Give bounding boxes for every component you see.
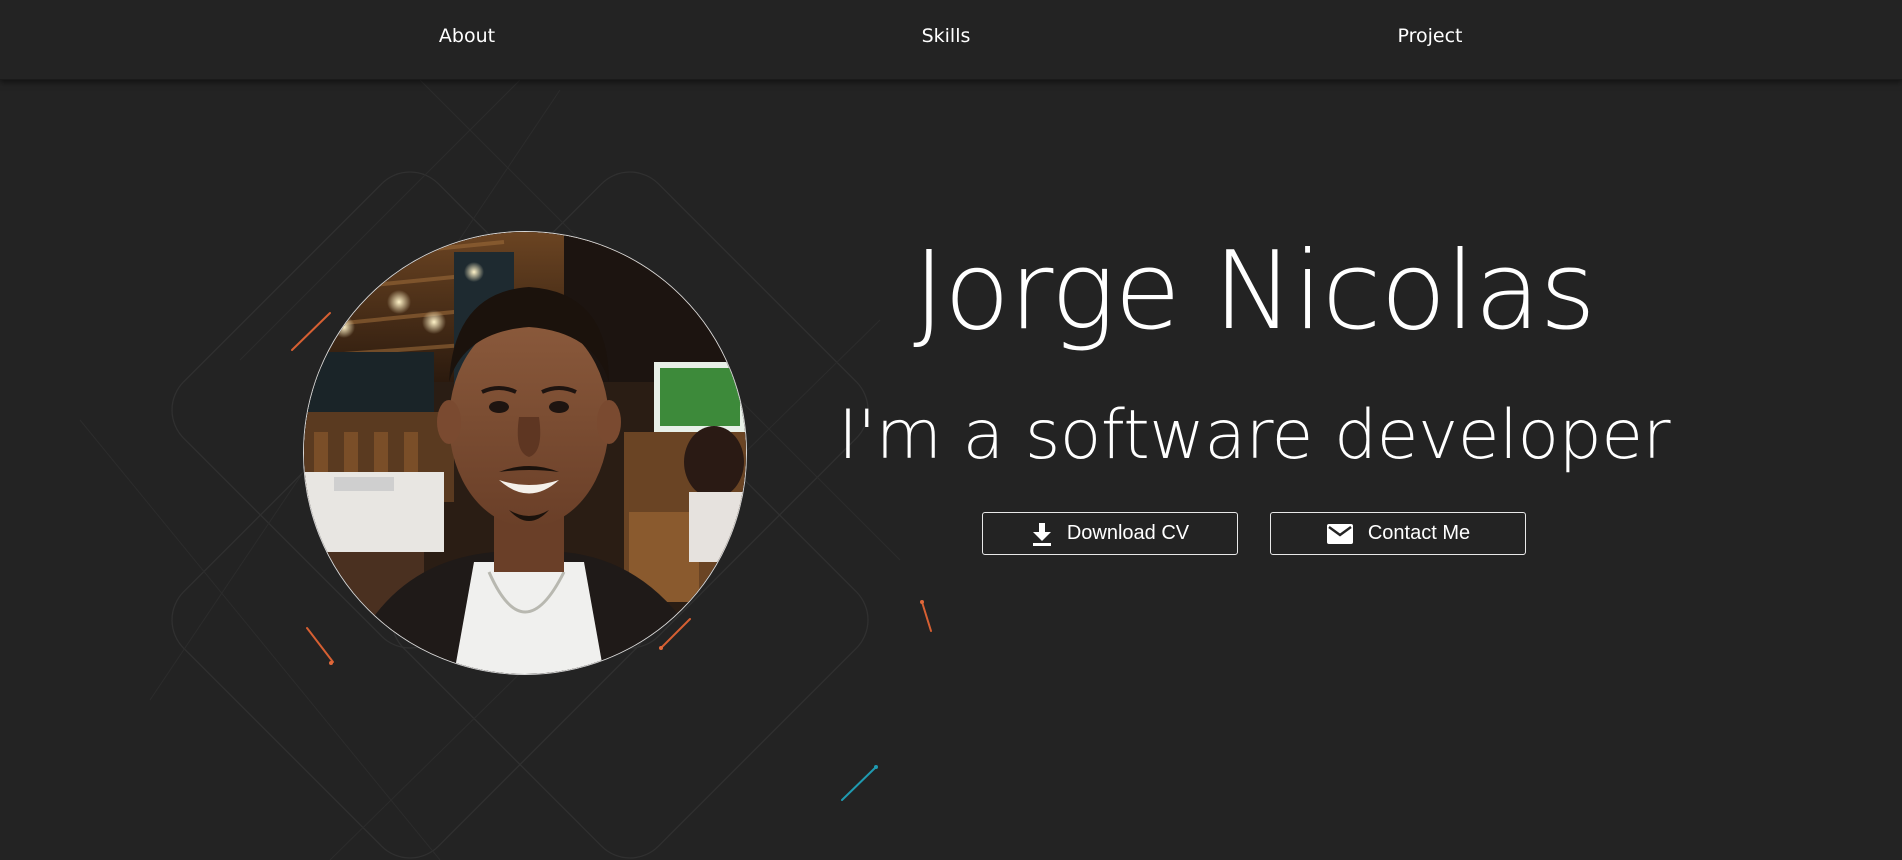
accent-dot [920, 600, 924, 604]
accent-streak [306, 627, 334, 663]
download-icon [1031, 522, 1053, 546]
top-navbar: About Skills Project [0, 0, 1902, 80]
profile-photo [303, 231, 747, 675]
hero-tagline: I'm a software developer [837, 396, 1671, 475]
accent-streak [921, 601, 932, 632]
hero-name: Jorge Nicolas [913, 229, 1596, 354]
accent-dot [659, 646, 663, 650]
download-cv-label: Download CV [1066, 522, 1190, 544]
nav-about-link[interactable]: About [439, 25, 495, 47]
contact-me-button[interactable]: Contact Me [1270, 512, 1526, 555]
download-cv-button[interactable]: Download CV [982, 512, 1238, 555]
accent-streak [841, 766, 877, 801]
mail-icon [1326, 523, 1354, 545]
contact-me-label: Contact Me [1367, 522, 1471, 544]
nav-project-link[interactable]: Project [1397, 25, 1462, 47]
portfolio-page: About Skills Project Jorge Nicolas I'm a… [0, 0, 1902, 860]
accent-streak [291, 312, 331, 351]
nav-skills-link[interactable]: Skills [922, 25, 971, 47]
accent-dot [874, 765, 878, 769]
profile-photo-illustration [304, 232, 746, 674]
accent-dot [329, 661, 333, 665]
